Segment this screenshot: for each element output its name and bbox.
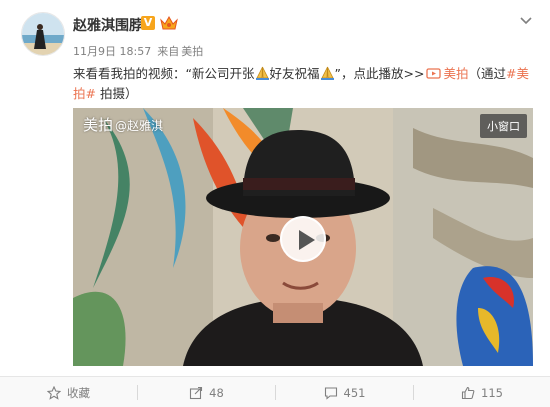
star-icon	[47, 385, 61, 400]
watermark-handle: @赵雅淇	[115, 119, 164, 133]
play-button[interactable]	[280, 216, 326, 262]
post-meta: 11月9日 18:57 来自 美拍	[73, 43, 203, 59]
quote-open: “新公司开张	[185, 66, 255, 81]
like-count: 115	[481, 385, 503, 400]
avatar[interactable]	[21, 12, 65, 56]
comment-count: 451	[343, 385, 366, 400]
watermark-brand: 美拍	[83, 116, 114, 134]
video-player[interactable]: 美拍 @赵雅淇 小窗口	[73, 108, 533, 366]
comment-button[interactable]: 451	[276, 377, 413, 407]
repost-icon	[190, 386, 203, 399]
quote-close: ”，点此播放>>	[334, 66, 425, 81]
meipai-link-label: 美拍	[443, 66, 469, 81]
timestamp[interactable]: 11月9日 18:57	[73, 45, 151, 58]
video-watermark: 美拍 @赵雅淇	[83, 114, 163, 135]
via-close: 拍摄）	[99, 86, 138, 101]
meipai-link[interactable]: 美拍	[424, 66, 468, 81]
verified-badge[interactable]: V	[141, 16, 155, 30]
like-button[interactable]: 115	[414, 377, 550, 407]
user-name[interactable]: 赵雅淇围脖	[73, 15, 143, 35]
comment-icon	[324, 386, 337, 400]
praying-hands-emoji-icon	[255, 66, 270, 80]
source-link[interactable]: 美拍	[181, 45, 203, 58]
post-text: 来看看我拍的视频：“新公司开张 好友祝福 ”，点此播放>> 美拍（通过#美拍# 拍摄）	[73, 64, 541, 104]
via-open: （通过	[468, 66, 506, 81]
repost-button[interactable]: 48	[138, 377, 275, 407]
play-icon	[299, 230, 315, 250]
video-link-icon	[426, 65, 442, 79]
favorite-label: 收藏	[67, 385, 90, 400]
source-prefix: 来自	[157, 45, 180, 58]
text-intro: 来看看我拍的视频：	[73, 66, 186, 81]
repost-count: 48	[209, 385, 224, 400]
chevron-down-icon[interactable]	[518, 12, 534, 28]
favorite-button[interactable]: 收藏	[0, 377, 137, 407]
quote-mid: 好友祝福	[269, 66, 320, 81]
thumbs-up-icon	[461, 386, 475, 399]
action-bar: 收藏 48 451 115	[0, 376, 550, 407]
mini-window-button[interactable]: 小窗口	[480, 114, 527, 138]
member-crown-icon[interactable]	[160, 15, 178, 31]
praying-hands-emoji-icon	[320, 66, 335, 80]
